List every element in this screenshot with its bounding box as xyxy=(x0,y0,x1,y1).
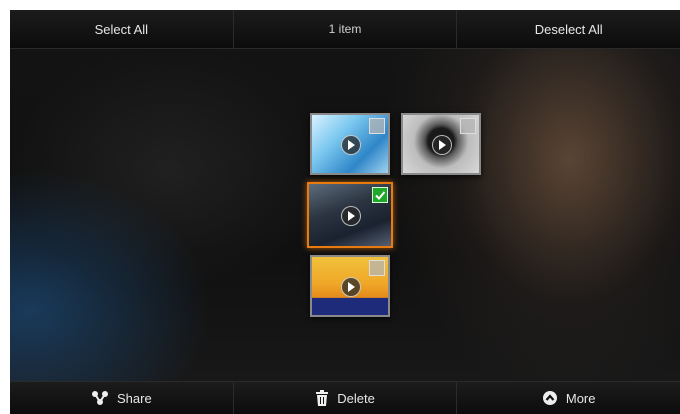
share-label: Share xyxy=(116,390,152,406)
more-label: More xyxy=(565,390,596,406)
play-icon xyxy=(341,206,361,226)
select-all-button[interactable]: Select All xyxy=(10,10,234,48)
share-icon xyxy=(91,390,109,406)
checkbox-icon xyxy=(369,118,385,134)
video-thumbnail[interactable] xyxy=(310,113,390,175)
delete-button[interactable]: Delete xyxy=(234,382,458,414)
select-all-label: Select All xyxy=(94,21,149,37)
delete-label: Delete xyxy=(337,390,375,406)
deselect-all-label: Deselect All xyxy=(534,21,603,37)
deselect-all-button[interactable]: Deselect All xyxy=(457,10,680,48)
video-thumbnail[interactable] xyxy=(401,113,481,175)
gallery-screen: Select All 1 item Deselect All Share Del… xyxy=(10,10,680,414)
video-thumbnail[interactable] xyxy=(310,255,390,317)
more-icon xyxy=(542,390,558,406)
bottom-action-bar: Share Delete More xyxy=(10,381,680,414)
more-button[interactable]: More xyxy=(457,382,680,414)
selection-action-bar: Select All 1 item Deselect All xyxy=(10,10,680,49)
selection-count: 1 item xyxy=(234,10,458,48)
trash-icon xyxy=(315,390,329,406)
check-icon xyxy=(372,187,388,203)
checkbox-icon xyxy=(460,118,476,134)
video-thumbnail-selected[interactable] xyxy=(307,182,393,248)
play-icon xyxy=(341,135,361,155)
selection-count-label: 1 item xyxy=(328,22,362,36)
play-icon xyxy=(432,135,452,155)
play-icon xyxy=(341,277,361,297)
checkbox-icon xyxy=(369,260,385,276)
share-button[interactable]: Share xyxy=(10,382,234,414)
